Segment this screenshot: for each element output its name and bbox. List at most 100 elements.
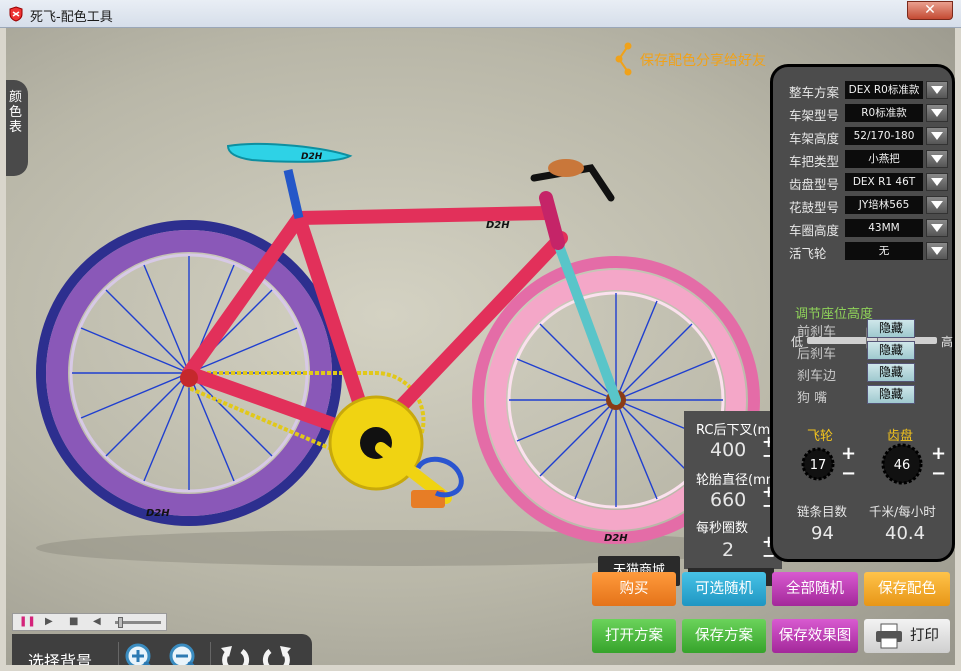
- chevron-down-icon: [931, 86, 943, 94]
- option-value[interactable]: DEX R0标准款: [845, 81, 923, 99]
- chainring-minus-button[interactable]: −: [931, 465, 946, 483]
- app-icon: [9, 6, 23, 22]
- option-value[interactable]: JY培林565: [845, 196, 923, 214]
- chevron-down-icon: [931, 224, 943, 232]
- chain-links-value: 94: [811, 523, 834, 544]
- svg-text:D2H: D2H: [604, 533, 628, 544]
- hide-button[interactable]: 隐藏: [867, 319, 915, 338]
- freewheel-minus-button[interactable]: −: [841, 465, 856, 483]
- tire-value: 660: [710, 489, 747, 511]
- option-value[interactable]: 52/170-180: [845, 127, 923, 145]
- hide-button[interactable]: 隐藏: [867, 363, 915, 382]
- save-plan-button[interactable]: 保存方案: [682, 619, 766, 653]
- option-value[interactable]: 小燕把: [845, 150, 923, 168]
- option-value[interactable]: DEX R1 46T: [845, 173, 923, 191]
- freewheel-gear-icon: 17: [801, 447, 835, 481]
- hide-row-label: 刹车边: [797, 369, 837, 384]
- zoom-out-icon[interactable]: [168, 642, 202, 665]
- chevron-down-icon: [931, 109, 943, 117]
- option-label: 花鼓型号: [789, 200, 840, 215]
- rps-value: 2: [722, 539, 735, 561]
- svg-text:46: 46: [894, 458, 911, 473]
- chainring-plus-button[interactable]: +: [931, 445, 946, 463]
- hide-button[interactable]: 隐藏: [867, 385, 915, 404]
- window-title: 死飞-配色工具: [30, 10, 113, 25]
- option-row: 车圈高度 43MM: [789, 219, 949, 239]
- chevron-down-icon: [931, 201, 943, 209]
- rotate-right-icon[interactable]: [260, 642, 294, 665]
- hide-row: 后刹车 隐藏: [797, 341, 927, 362]
- chevron-down-icon: [931, 132, 943, 140]
- speed-label: 千米/每小时: [869, 504, 936, 519]
- dropdown-button[interactable]: [926, 242, 948, 260]
- chevron-down-icon: [931, 155, 943, 163]
- option-row: 车架高度 52/170-180: [789, 127, 949, 147]
- hide-row: 狗 嘴 隐藏: [797, 385, 927, 406]
- chevron-down-icon: [931, 247, 943, 255]
- print-label: 打印: [910, 628, 939, 644]
- option-label: 车架型号: [789, 108, 840, 123]
- dropdown-button[interactable]: [926, 173, 948, 191]
- dropdown-button[interactable]: [926, 81, 948, 99]
- pause-icon[interactable]: ❚❚: [19, 616, 36, 627]
- open-plan-button[interactable]: 打开方案: [592, 619, 676, 653]
- save-effect-button[interactable]: 保存效果图: [772, 619, 858, 653]
- option-row: 车把类型 小燕把: [789, 150, 949, 170]
- dropdown-button[interactable]: [926, 219, 948, 237]
- divider: [118, 642, 119, 665]
- dropdown-button[interactable]: [926, 127, 948, 145]
- speed-value: 40.4: [885, 523, 926, 544]
- dropdown-button[interactable]: [926, 196, 948, 214]
- chain-links-label: 链条目数: [797, 504, 848, 519]
- all-random-button[interactable]: 全部随机: [772, 572, 858, 606]
- printer-icon: [876, 623, 902, 649]
- chainring-label: 齿盘: [887, 429, 914, 444]
- freewheel-label: 飞轮: [807, 429, 834, 444]
- svg-text:D2H: D2H: [486, 220, 510, 231]
- rotate-left-icon[interactable]: [218, 642, 252, 665]
- option-label: 整车方案: [789, 85, 840, 100]
- numeric-panel: RC后下叉(mm) 400 + − 轮胎直径(mm) 660 + − 每秒圈数 …: [684, 411, 788, 569]
- svg-text:17: 17: [810, 458, 827, 473]
- dropdown-button[interactable]: [926, 150, 948, 168]
- stop-icon[interactable]: ■: [69, 616, 78, 627]
- divider: [210, 642, 211, 665]
- rc-value: 400: [710, 439, 747, 461]
- hide-row-label: 后刹车: [797, 347, 837, 362]
- select-background-button[interactable]: 选择背景: [28, 648, 92, 665]
- dropdown-button[interactable]: [926, 104, 948, 122]
- buy-button[interactable]: 购买: [592, 572, 676, 606]
- volume-icon[interactable]: ◀: [93, 616, 101, 627]
- options-panel: 整车方案 DEX R0标准款 车架型号 R0标准款 车架高度 52/170-180 车把类型…: [770, 64, 955, 562]
- hide-row: 前刹车 隐藏: [797, 319, 927, 340]
- freewheel-plus-button[interactable]: +: [841, 445, 856, 463]
- optional-random-button[interactable]: 可选随机: [682, 572, 766, 606]
- option-value[interactable]: 43MM: [845, 219, 923, 237]
- share-icon: [615, 42, 632, 76]
- option-label: 齿盘型号: [789, 177, 840, 192]
- hide-row-label: 狗 嘴: [797, 391, 828, 406]
- chevron-down-icon: [931, 178, 943, 186]
- chainring-gear-icon: 46: [881, 443, 923, 485]
- hide-button[interactable]: 隐藏: [867, 341, 915, 360]
- option-value[interactable]: R0标准款: [845, 104, 923, 122]
- print-button[interactable]: 打印: [864, 619, 950, 653]
- save-color-button[interactable]: 保存配色: [864, 572, 950, 606]
- gear-section: 飞轮 齿盘 17 + − 46 + − 链条目数 千米/每小时 94 40.4: [773, 417, 952, 557]
- volume-thumb[interactable]: [118, 617, 123, 628]
- play-icon[interactable]: ▶: [45, 616, 53, 627]
- share-label: 保存配色分享给好友: [640, 53, 766, 69]
- zoom-in-icon[interactable]: [124, 642, 158, 665]
- hide-row: 刹车边 隐藏: [797, 363, 927, 384]
- bottom-toolbar: 选择背景: [12, 634, 312, 665]
- canvas: 颜色表 保存配色分享给好友 D2H D2H D2H D2H RC后下叉(mm) …: [6, 28, 955, 665]
- option-row: 齿盘型号 DEX R1 46T: [789, 173, 949, 193]
- option-label: 车把类型: [789, 154, 840, 169]
- option-row: 车架型号 R0标准款: [789, 104, 949, 124]
- option-row: 花鼓型号 JY培林565: [789, 196, 949, 216]
- media-bar: ❚❚ ▶ ■ ◀: [12, 613, 167, 631]
- option-value[interactable]: 无: [845, 242, 923, 260]
- option-label: 车架高度: [789, 131, 840, 146]
- close-button[interactable]: ✕: [907, 1, 953, 20]
- option-row: 整车方案 DEX R0标准款: [789, 81, 949, 101]
